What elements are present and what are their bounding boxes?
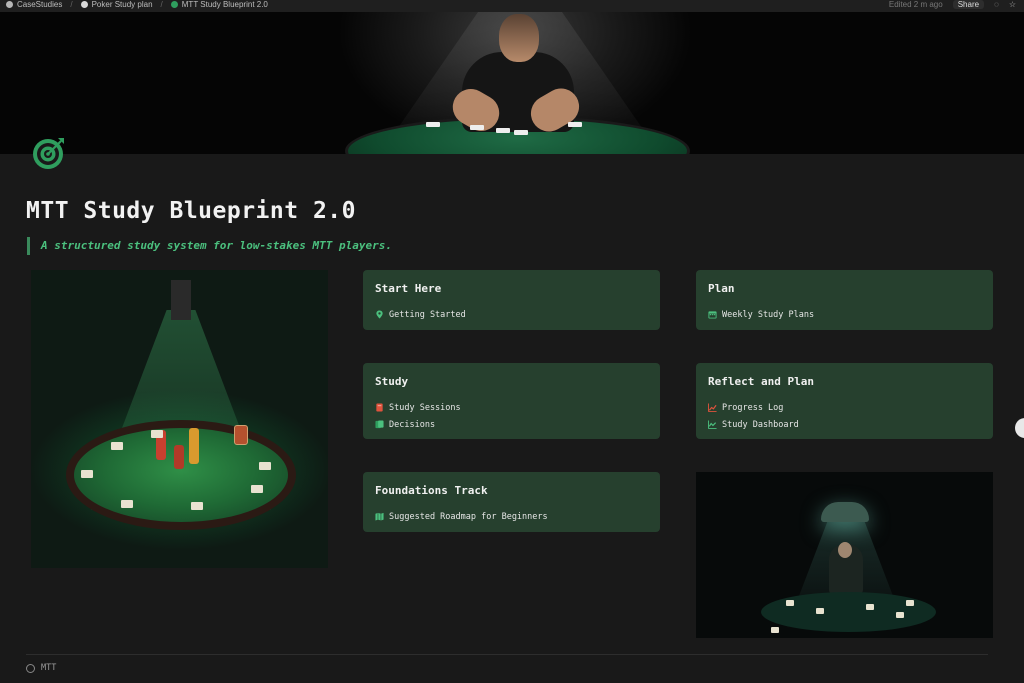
page-subtitle-quote: A structured study system for low-stakes… [27, 237, 392, 255]
link-decisions[interactable]: Decisions [375, 416, 648, 433]
table-felt [66, 420, 296, 530]
card-study[interactable]: Study Study Sessions Decisions [363, 363, 660, 439]
link-label: Decisions [389, 419, 436, 430]
link-progress-log[interactable]: Progress Log [708, 399, 981, 416]
card-reflect-and-plan[interactable]: Reflect and Plan Progress Log Study Dash… [696, 363, 993, 439]
playing-card [568, 122, 582, 127]
footer-divider [26, 654, 988, 655]
share-button[interactable]: Share [952, 0, 985, 9]
playing-card [816, 608, 824, 614]
breadcrumb-item-current-page[interactable]: MTT Study Blueprint 2.0 [182, 0, 268, 9]
chip-stack [174, 445, 184, 469]
help-bubble[interactable] [1015, 418, 1024, 438]
card-title: Foundations Track [375, 484, 488, 497]
cover-image [0, 12, 1024, 154]
breadcrumb-separator: / [160, 0, 163, 9]
book-icon [80, 0, 88, 8]
card-title: Reflect and Plan [708, 375, 814, 388]
cards-icon [375, 420, 384, 429]
copyright-icon [26, 663, 35, 673]
chip-stack [189, 428, 199, 464]
playing-card [191, 502, 203, 510]
playing-card [111, 442, 123, 450]
playing-card [81, 470, 93, 478]
player-head [499, 14, 539, 62]
playing-card [496, 128, 510, 133]
breadcrumb-separator: / [70, 0, 73, 9]
link-label: Weekly Study Plans [722, 309, 815, 320]
poker-table-illustration [31, 270, 328, 568]
target-icon[interactable] [30, 134, 68, 172]
location-pin-icon [376, 310, 383, 319]
dashboard-icon [708, 420, 717, 429]
playing-card [771, 627, 779, 633]
top-bar: CaseStudies / Poker Study plan / MTT Stu… [0, 0, 1024, 12]
link-suggested-roadmap[interactable]: Suggested Roadmap for Beginners [375, 508, 648, 525]
breadcrumb: CaseStudies / Poker Study plan / MTT Stu… [0, 0, 268, 9]
player-head [838, 542, 852, 558]
link-getting-started[interactable]: Getting Started [375, 306, 648, 323]
topbar-actions: Edited 2 m ago Share ◌ ☆ [889, 0, 1024, 9]
link-study-sessions[interactable]: Study Sessions [375, 399, 648, 416]
favorite-icon[interactable]: ☆ [1009, 0, 1016, 9]
playing-card [906, 600, 914, 606]
edited-status: Edited 2 m ago [888, 0, 943, 9]
link-label: Study Sessions [389, 402, 461, 413]
map-icon [375, 512, 384, 521]
card-title: Plan [708, 282, 735, 295]
notebook-icon [376, 403, 383, 412]
whiskey-glass [234, 425, 248, 445]
card-start-here[interactable]: Start Here Getting Started [363, 270, 660, 330]
folder-icon [6, 0, 13, 8]
calendar-icon [708, 311, 717, 319]
link-label: Progress Log [722, 402, 784, 413]
playing-card [896, 612, 904, 618]
breadcrumb-item-poker-study-plan[interactable]: Poker Study plan [92, 0, 153, 9]
footer-label: MTT [41, 663, 57, 673]
target-small-icon [170, 0, 178, 8]
playing-card [251, 485, 263, 493]
playing-card [786, 600, 794, 606]
poker-table [761, 592, 936, 632]
playing-card [259, 462, 271, 470]
page-title[interactable]: MTT Study Blueprint 2.0 [26, 198, 356, 224]
hanging-lamp [821, 502, 869, 522]
comments-icon[interactable]: ◌ [994, 0, 999, 9]
card-foundations-track[interactable]: Foundations Track Suggested Roadmap for … [363, 472, 660, 532]
playing-card [426, 122, 440, 127]
link-label: Study Dashboard [722, 419, 799, 430]
breadcrumb-item-casestudies[interactable]: CaseStudies [17, 0, 62, 9]
lamp [171, 280, 191, 320]
card-plan[interactable]: Plan Weekly Study Plans [696, 270, 993, 330]
playing-card [151, 430, 163, 438]
card-title: Start Here [375, 282, 442, 295]
card-title: Study [375, 375, 409, 388]
link-label: Suggested Roadmap for Beginners [389, 511, 548, 522]
link-label: Getting Started [389, 309, 466, 320]
link-study-dashboard[interactable]: Study Dashboard [708, 416, 981, 433]
trend-chart-icon [708, 403, 717, 412]
playing-card [514, 130, 528, 135]
playing-card [470, 125, 484, 130]
footer: MTT [26, 663, 56, 673]
poker-player-illustration [696, 472, 993, 638]
playing-card [121, 500, 133, 508]
playing-card [866, 604, 874, 610]
link-weekly-study-plans[interactable]: Weekly Study Plans [708, 306, 981, 323]
